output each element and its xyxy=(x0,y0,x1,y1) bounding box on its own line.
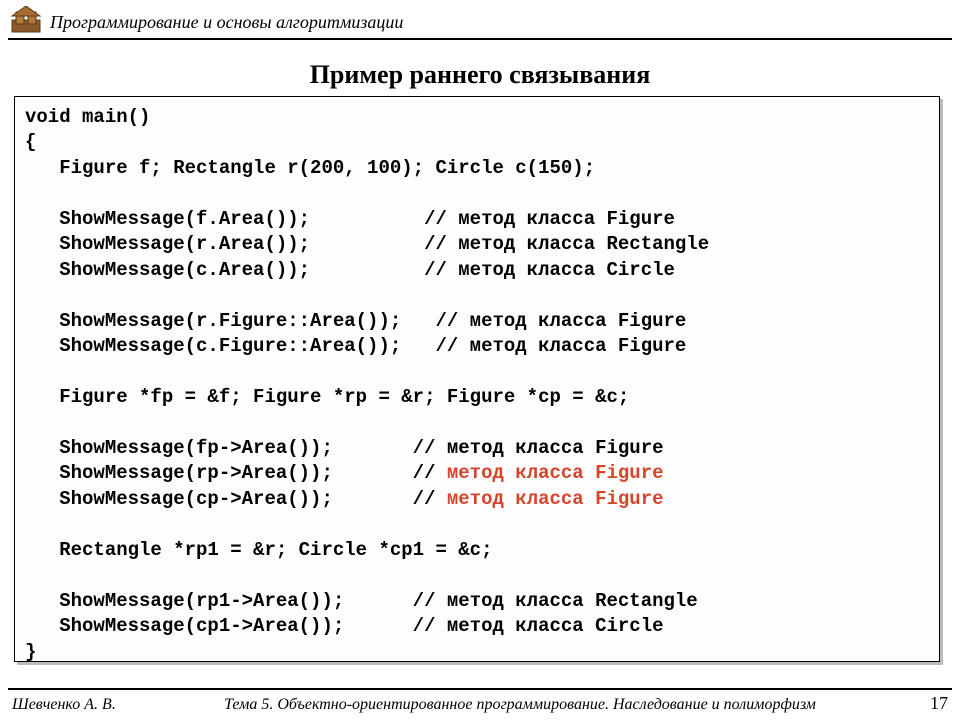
code-line: Figure f; Rectangle r(200, 100); Circle … xyxy=(25,157,595,179)
code-line: ShowMessage(cp->Area()); // xyxy=(25,488,447,510)
code-line: Rectangle *rp1 = &r; Circle *cp1 = &c; xyxy=(25,539,492,561)
footer-author: Шевченко А. В. xyxy=(12,696,116,714)
header-divider xyxy=(8,38,952,40)
code-line: ShowMessage(r.Area()); // метод класса R… xyxy=(25,233,709,255)
code-block: void main() { Figure f; Rectangle r(200,… xyxy=(14,96,940,662)
code-line: { xyxy=(25,131,36,153)
logo-icon xyxy=(10,6,42,34)
code-line: ShowMessage(rp->Area()); // xyxy=(25,462,447,484)
code-line: Figure *fp = &f; Figure *rp = &r; Figure… xyxy=(25,386,629,408)
code-line: ShowMessage(fp->Area()); // метод класса… xyxy=(25,437,664,459)
page-number: 17 xyxy=(930,693,948,714)
code-line: ShowMessage(cp1->Area()); // метод класс… xyxy=(25,615,664,637)
footer-divider xyxy=(8,688,952,690)
code-line: ShowMessage(r.Figure::Area()); // метод … xyxy=(25,310,686,332)
slide-page: Программирование и основы алгоритмизации… xyxy=(0,0,960,720)
footer-topic: Тема 5. Объектно-ориентированное програм… xyxy=(140,696,900,714)
slide-title: Пример раннего связывания xyxy=(0,60,960,90)
code-highlight: метод класса Figure xyxy=(447,462,664,484)
code-line: ShowMessage(f.Area()); // метод класса F… xyxy=(25,208,675,230)
code-line: ShowMessage(rp1->Area()); // метод класс… xyxy=(25,590,698,612)
code-line: } xyxy=(25,641,36,662)
code-highlight: метод класса Figure xyxy=(447,488,664,510)
code-line: ShowMessage(c.Figure::Area()); // метод … xyxy=(25,335,686,357)
code-line: void main() xyxy=(25,106,150,128)
course-title: Программирование и основы алгоритмизации xyxy=(50,12,403,33)
code-line: ShowMessage(c.Area()); // метод класса C… xyxy=(25,259,675,281)
